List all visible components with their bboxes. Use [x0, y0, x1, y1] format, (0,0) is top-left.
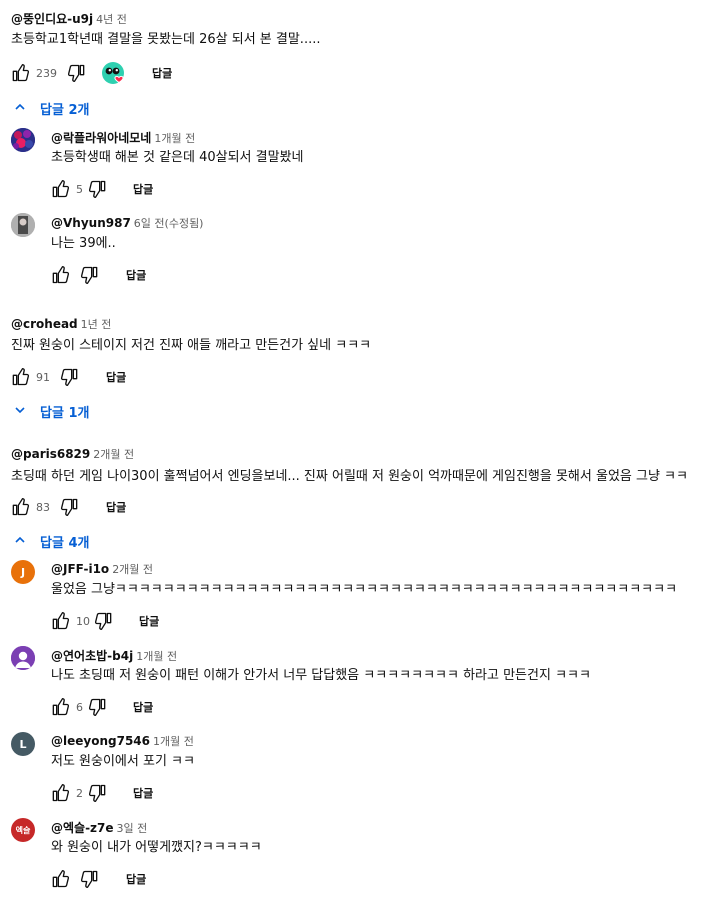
- avatar[interactable]: [11, 646, 35, 670]
- reply-button[interactable]: 답글: [133, 699, 153, 715]
- comment-text: 초등학교1학년때 결말을 못봤는데 26살 되서 본 결말.....: [11, 32, 321, 47]
- thumb-up-icon[interactable]: [50, 783, 70, 803]
- comment-actions: 10 답글: [50, 609, 159, 633]
- comment-actions: 91 답글: [10, 365, 126, 389]
- comment-text: 와 원숭이 내가 어떻게깼지?ㅋㅋㅋㅋㅋ: [51, 840, 262, 855]
- thumb-down-icon[interactable]: [88, 783, 108, 803]
- reply-button[interactable]: 답글: [139, 613, 159, 629]
- thumb-up-icon[interactable]: [50, 611, 70, 631]
- thumb-up-icon[interactable]: [50, 265, 70, 285]
- comment-time[interactable]: 1개월 전: [153, 735, 194, 748]
- chevron-down-icon: [14, 404, 40, 420]
- comment-author[interactable]: @Vhyun987 6일 전(수정됨): [51, 215, 203, 231]
- comment-actions: 6 답글: [50, 695, 153, 719]
- reply-button[interactable]: 답글: [133, 785, 153, 801]
- comment-text: 진짜 원숭이 스테이지 저건 진짜 애들 깨라고 만든건가 싶네 ㅋㅋㅋ: [11, 338, 372, 353]
- comment-time[interactable]: 1년 전: [81, 318, 112, 331]
- thumb-down-icon[interactable]: [88, 697, 108, 717]
- chevron-up-icon: [14, 534, 40, 550]
- avatar[interactable]: [11, 128, 35, 152]
- thumb-down-icon[interactable]: [88, 179, 108, 199]
- comment-author[interactable]: @락플라워아네모네 1개월 전: [51, 129, 195, 146]
- comment-actions: 2 답글: [50, 781, 153, 805]
- thumb-down-icon[interactable]: [80, 265, 100, 285]
- avatar[interactable]: 엑슬: [11, 818, 35, 842]
- thumb-down-icon[interactable]: [94, 611, 114, 631]
- comment-actions: 답글: [50, 867, 146, 891]
- comment-author[interactable]: @연어초밥-b4j 1개월 전: [51, 647, 177, 664]
- avatar[interactable]: L: [11, 732, 35, 756]
- thumb-up-icon[interactable]: [10, 367, 30, 387]
- avatar[interactable]: J: [11, 560, 35, 584]
- thumb-up-icon[interactable]: [50, 697, 70, 717]
- comment-author[interactable]: @뚱인디요-u9j 4년 전: [11, 10, 127, 27]
- reply-button[interactable]: 답글: [126, 267, 146, 283]
- thumb-up-icon[interactable]: [10, 63, 30, 83]
- reply-button[interactable]: 답글: [152, 65, 172, 81]
- thumb-down-icon[interactable]: [60, 497, 80, 517]
- thumb-up-icon[interactable]: [10, 497, 30, 517]
- comment-time[interactable]: 1개월 전: [154, 132, 195, 145]
- comment-time[interactable]: 6일 전(수정됨): [134, 217, 204, 230]
- comment-text: 초등학생때 해본 것 같은데 40살되서 결말봤네: [51, 150, 304, 165]
- like-count: 83: [36, 500, 50, 514]
- replies-toggle[interactable]: 답글 4개: [14, 532, 89, 551]
- reply-button[interactable]: 답글: [106, 369, 126, 385]
- thumb-down-icon[interactable]: [67, 63, 87, 83]
- comment-actions: 239 답글: [10, 61, 172, 85]
- comment-text: 나도 초딩때 저 원숭이 패턴 이해가 안가서 너무 답답했음 ㅋㅋㅋㅋㅋㅋㅋㅋ…: [51, 668, 591, 683]
- like-count: 239: [36, 66, 57, 80]
- comment-author[interactable]: @JFF-i1o 2개월 전: [51, 561, 153, 577]
- comment-author[interactable]: @paris6829 2개월 전: [11, 446, 134, 462]
- like-count: 91: [36, 370, 50, 384]
- thumb-up-icon[interactable]: [50, 179, 70, 199]
- comment-time[interactable]: 1개월 전: [136, 650, 177, 663]
- reply-button[interactable]: 답글: [133, 181, 153, 197]
- replies-toggle[interactable]: 답글 2개: [14, 99, 89, 118]
- comment-actions: 83 답글: [10, 495, 126, 519]
- comment-actions: 5 답글: [50, 177, 153, 201]
- comment-author[interactable]: @crohead 1년 전: [11, 316, 111, 332]
- comment-time[interactable]: 4년 전: [96, 13, 127, 26]
- comment-actions: 답글: [50, 263, 146, 287]
- reply-button[interactable]: 답글: [126, 871, 146, 887]
- comment-author[interactable]: @엑슬-z7e 3일 전: [51, 819, 147, 836]
- creator-heart-icon: [101, 61, 127, 85]
- comment-time[interactable]: 3일 전: [117, 822, 148, 835]
- comment-text: 저도 원숭이에서 포기 ㅋㅋ: [51, 754, 195, 769]
- comment-time[interactable]: 2개월 전: [112, 563, 153, 576]
- comment-author[interactable]: @leeyong7546 1개월 전: [51, 733, 194, 749]
- thumb-up-icon[interactable]: [50, 869, 70, 889]
- reply-button[interactable]: 답글: [106, 499, 126, 515]
- comment-time[interactable]: 2개월 전: [93, 448, 134, 461]
- comment-text: 초딩때 하던 게임 나이30이 훌쩍넘어서 엔딩을보네... 진짜 어릴때 저 …: [11, 469, 688, 484]
- comment-text: 울었음 그냥ㅋㅋㅋㅋㅋㅋㅋㅋㅋㅋㅋㅋㅋㅋㅋㅋㅋㅋㅋㅋㅋㅋㅋㅋㅋㅋㅋㅋㅋㅋㅋㅋㅋㅋ…: [51, 582, 678, 597]
- avatar[interactable]: [11, 213, 35, 237]
- chevron-up-icon: [14, 101, 40, 117]
- comment-text: 나는 39에..: [51, 236, 116, 251]
- replies-toggle[interactable]: 답글 1개: [14, 402, 89, 421]
- thumb-down-icon[interactable]: [80, 869, 100, 889]
- like-count: 10: [76, 614, 90, 628]
- thumb-down-icon[interactable]: [60, 367, 80, 387]
